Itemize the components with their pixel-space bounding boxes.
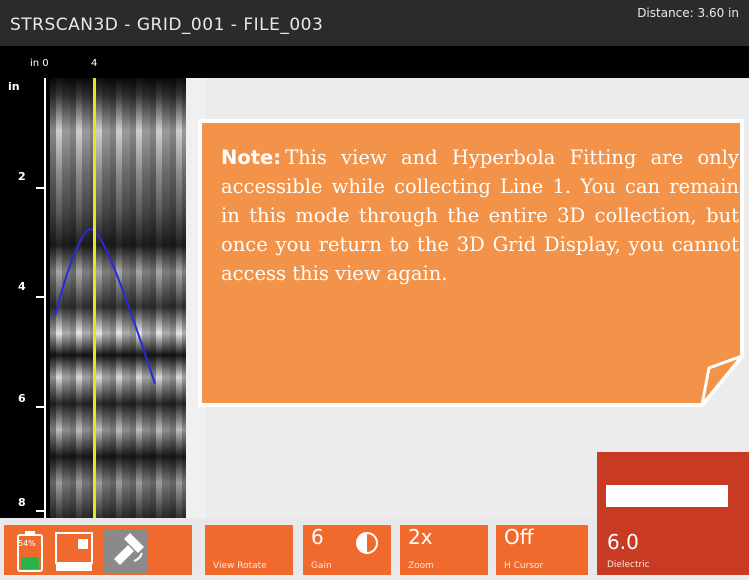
depth-tick — [36, 510, 44, 512]
top-axis-strip: in 0 4 — [0, 46, 749, 78]
zoom-label: Zoom — [408, 561, 434, 571]
depth-tick — [36, 187, 44, 189]
hyperbola-fit-curve — [54, 228, 156, 385]
depth-tick — [36, 296, 44, 298]
dielectric-button[interactable]: 6.0 Dielectric — [597, 530, 749, 580]
battery-icon — [17, 531, 43, 572]
satellite-icon — [104, 529, 148, 573]
depth-label-2: 2 — [18, 170, 26, 183]
h-cursor-label: H Cursor — [504, 561, 544, 571]
battery-level: 54% — [18, 539, 36, 548]
depth-axis — [0, 78, 50, 518]
view-rotate-button[interactable]: View Rotate — [205, 525, 293, 575]
dielectric-value: 6.0 — [607, 530, 639, 554]
note-text: Note: This view and Hyperbola Fitting are… — [221, 143, 739, 288]
depth-axis-line — [44, 78, 46, 518]
title-bar: STRSCAN3D - GRID_001 - FILE_003 Distance… — [0, 0, 749, 46]
vertical-cursor-line[interactable] — [93, 78, 96, 523]
gain-value: 6 — [311, 525, 324, 549]
gain-button[interactable]: 6 Gain — [303, 525, 391, 575]
h-cursor-value: Off — [504, 525, 534, 549]
dielectric-label: Dielectric — [607, 560, 650, 570]
zoom-button[interactable]: 2x Zoom — [400, 525, 488, 575]
note-body: This view and Hyperbola Fitting are only… — [221, 146, 739, 285]
window-title: STRSCAN3D - GRID_001 - FILE_003 — [10, 15, 324, 35]
view-rotate-label: View Rotate — [213, 561, 267, 571]
depth-label-8: 8 — [18, 496, 26, 509]
top-axis-label-0: in 0 — [30, 58, 49, 69]
depth-label-4: 4 — [18, 280, 26, 293]
note-label: Note: — [221, 146, 282, 169]
dielectric-slider[interactable] — [606, 485, 728, 507]
status-panel: 54% — [4, 525, 192, 575]
depth-axis-unit: in — [8, 80, 20, 93]
gain-label: Gain — [311, 561, 332, 571]
distance-readout: Distance: 3.60 in — [637, 6, 739, 20]
h-cursor-button[interactable]: Off H Cursor — [496, 525, 588, 575]
contrast-icon — [356, 532, 378, 554]
zoom-value: 2x — [408, 525, 433, 549]
depth-tick — [36, 406, 44, 408]
scan-icon — [55, 532, 93, 571]
depth-label-6: 6 — [18, 392, 26, 405]
top-axis-label-4: 4 — [91, 58, 98, 69]
